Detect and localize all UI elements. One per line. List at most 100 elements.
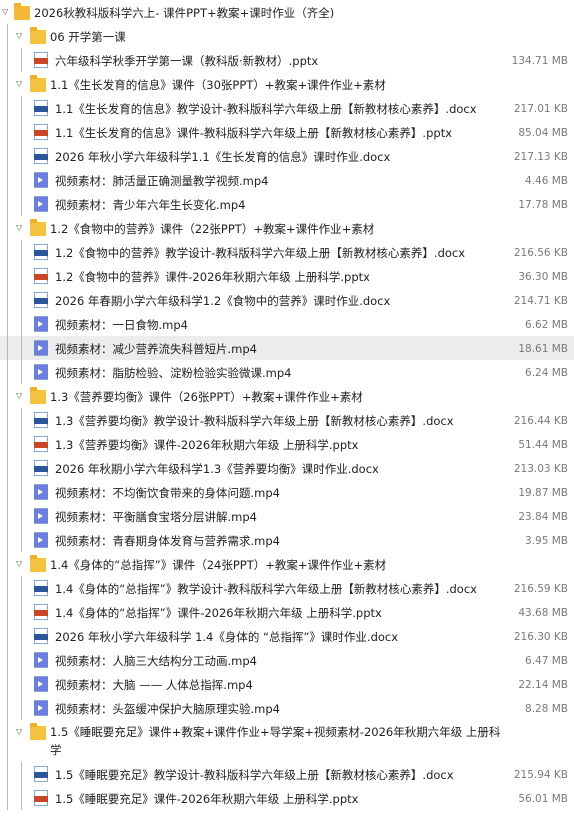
file-row[interactable]: 视频素材：大脑 —— 人体总指挥.mp4 22.14 MB <box>0 672 574 696</box>
collapse-toggle-icon[interactable]: ▽ <box>16 559 22 569</box>
file-row[interactable]: 视频素材：青少年六年生长变化.mp4 17.78 MB <box>0 192 574 216</box>
tree-guide-line <box>7 600 8 624</box>
file-row[interactable]: 2026 年春期小学六年级科学1.2《食物中的营养》课时作业.docx 214.7… <box>0 288 574 312</box>
folder-label: 06 开学第一课 <box>50 30 126 44</box>
folder-icon <box>30 75 46 92</box>
folder-row[interactable]: ▽ 1.3《营养要均衡》课件（26张PPT）+教案+课件作业+素材 <box>0 384 574 408</box>
file-name: 视频素材：不均衡饮食带来的身体问题.mp4 <box>55 486 280 500</box>
file-row[interactable]: 视频素材：人脑三大结构分工动画.mp4 6.47 MB <box>0 648 574 672</box>
video-file-icon <box>34 340 48 356</box>
file-size: 217.01 KB <box>513 103 568 115</box>
file-size: 56.01 MB <box>518 793 568 805</box>
file-name: 1.5《睡眠要充足》课件-2026年秋期六年级 上册科学.pptx <box>55 792 359 806</box>
pptx-file-icon <box>34 124 48 140</box>
file-row[interactable]: 视频素材：不均衡饮食带来的身体问题.mp4 19.87 MB <box>0 480 574 504</box>
file-size: 216.30 KB <box>513 631 568 643</box>
file-name: 视频素材：平衡膳食宝塔分层讲解.mp4 <box>55 510 257 524</box>
tree-guide-line <box>21 600 22 624</box>
tree-guide-line <box>7 786 8 810</box>
file-size: 213.03 KB <box>513 463 568 475</box>
root-folder-row[interactable]: ▽ 2026秋教科版科学六上- 课件PPT+教案+课时作业（齐全) <box>0 0 574 24</box>
file-size: 216.56 KB <box>513 247 568 259</box>
tree-guide-line <box>21 48 22 72</box>
tree-guide-line <box>7 168 8 192</box>
file-row[interactable]: 视频素材：肺活量正确测量教学视频.mp4 4.46 MB <box>0 168 574 192</box>
file-name: 视频素材：减少营养流失科普短片.mp4 <box>55 342 257 356</box>
file-size: 6.47 MB <box>525 655 568 667</box>
tree-guide-line <box>21 408 22 432</box>
tree-guide-line <box>7 24 8 48</box>
docx-file-icon <box>34 628 48 644</box>
file-row[interactable]: 1.4《身体的“总指挥”》教学设计-教科版科学六年级上册【新教材核心素养】.do… <box>0 576 574 600</box>
file-size: 85.04 MB <box>518 127 568 139</box>
file-type-band <box>34 154 48 160</box>
file-row[interactable]: 1.3《营养要均衡》课件-2026年秋期六年级 上册科学.pptx 51.44 M… <box>0 432 574 456</box>
collapse-toggle-icon[interactable]: ▽ <box>16 391 22 401</box>
file-name: 2026 年秋小学六年级科学 1.4《身体的 “总指挥”》课时作业.docx <box>55 630 399 644</box>
file-row[interactable]: 1.3《营养要均衡》教学设计-教科版科学六年级上册【新教材核心素养】.docx 2… <box>0 408 574 432</box>
tree-guide-line <box>7 720 8 762</box>
tree-guide-line <box>21 672 22 696</box>
tree-guide-line <box>21 762 22 786</box>
file-name: 六年级科学秋季开学第一课（教科版·新教材）.pptx <box>55 54 319 68</box>
file-row[interactable]: 1.5《睡眠要充足》教学设计-教科版科学六年级上册【新教材核心素养】.docx 2… <box>0 762 574 786</box>
collapse-toggle-icon[interactable]: ▽ <box>2 7 8 17</box>
tree-guide-line <box>21 192 22 216</box>
file-row[interactable]: 视频素材：脂肪检验、淀粉检验实验微课.mp4 6.24 MB <box>0 360 574 384</box>
file-row[interactable]: 1.1《生长发育的信息》教学设计-教科版科学六年级上册【新教材核心素养】.doc… <box>0 96 574 120</box>
file-name: 2026 年春期小学六年级科学1.2《食物中的营养》课时作业.docx <box>55 294 391 308</box>
collapse-toggle-icon[interactable]: ▽ <box>16 727 22 737</box>
folder-row[interactable]: ▽ 1.5《睡眠要充足》课件+教案+课件作业+导学案+视频素材-2026年秋期六年… <box>0 720 574 762</box>
file-row[interactable]: 视频素材：一日食物.mp4 6.62 MB <box>0 312 574 336</box>
file-type-band <box>34 509 48 523</box>
file-row[interactable]: 视频素材：平衡膳食宝塔分层讲解.mp4 23.84 MB <box>0 504 574 528</box>
file-row[interactable]: 视频素材：青春期身体发育与营养需求.mp4 3.95 MB <box>0 528 574 552</box>
file-row[interactable]: 1.4《身体的“总指挥”》课件-2026年秋期六年级 上册科学.pptx 43.6… <box>0 600 574 624</box>
file-row[interactable]: 2026 年秋期小学六年级科学1.3《营养要均衡》课时作业.docx 213.03… <box>0 456 574 480</box>
file-type-band <box>34 442 48 448</box>
tree-guide-line <box>7 624 8 648</box>
folder-row[interactable]: ▽ 1.1《生长发育的信息》课件（30张PPT）+教案+课件作业+素材 <box>0 72 574 96</box>
docx-file-icon <box>34 292 48 308</box>
pptx-file-icon <box>34 436 48 452</box>
file-name: 1.1《生长发育的信息》教学设计-教科版科学六年级上册【新教材核心素养】.doc… <box>55 102 477 116</box>
file-size: 216.44 KB <box>513 415 568 427</box>
tree-guide-line <box>7 672 8 696</box>
tree-guide-line <box>7 432 8 456</box>
pptx-file-icon <box>34 790 48 806</box>
file-row[interactable]: 1.2《食物中的营养》课件-2026年秋期六年级 上册科学.pptx 36.30 … <box>0 264 574 288</box>
tree-guide-line <box>21 528 22 552</box>
file-name: 1.3《营养要均衡》课件-2026年秋期六年级 上册科学.pptx <box>55 438 359 452</box>
video-file-icon <box>34 316 48 332</box>
file-size: 215.94 KB <box>513 769 568 781</box>
folder-label: 1.4《身体的“总指挥”》课件（24张PPT）+教案+课件作业+素材 <box>50 558 387 572</box>
docx-file-icon <box>34 244 48 260</box>
folder-row[interactable]: ▽ 1.2《食物中的营养》课件（22张PPT）+教案+课件作业+素材 <box>0 216 574 240</box>
docx-file-icon <box>34 580 48 596</box>
collapse-toggle-icon[interactable]: ▽ <box>16 31 22 41</box>
folder-label: 1.1《生长发育的信息》课件（30张PPT）+教案+课件作业+素材 <box>50 78 386 92</box>
collapse-toggle-icon[interactable]: ▽ <box>16 223 22 233</box>
tree-guide-line <box>21 696 22 720</box>
file-name: 视频素材：肺活量正确测量教学视频.mp4 <box>55 174 269 188</box>
file-type-band <box>34 485 48 499</box>
file-type-band <box>34 653 48 667</box>
file-row[interactable]: 视频素材：头盔缓冲保护大脑原理实验.mp4 8.28 MB <box>0 696 574 720</box>
file-row[interactable]: 2026 年秋小学六年级科学1.1《生长发育的信息》课时作业.docx 217.1… <box>0 144 574 168</box>
file-row[interactable]: 视频素材：减少营养流失科普短片.mp4 18.61 MB <box>0 336 574 360</box>
folder-label: 1.5《睡眠要充足》课件+教案+课件作业+导学案+视频素材-2026年秋期六年级… <box>50 725 501 757</box>
file-type-band <box>34 130 48 136</box>
file-row[interactable]: 1.1《生长发育的信息》课件-教科版科学六年级上册【新教材核心素养】.pptx 8… <box>0 120 574 144</box>
file-size: 23.84 MB <box>518 511 568 523</box>
file-type-band <box>34 298 48 304</box>
file-type-band <box>34 701 48 715</box>
file-row[interactable]: 1.2《食物中的营养》教学设计-教科版科学六年级上册【新教材核心素养】.docx… <box>0 240 574 264</box>
folder-row[interactable]: ▽ 06 开学第一课 <box>0 24 574 48</box>
folder-row[interactable]: ▽ 1.4《身体的“总指挥”》课件（24张PPT）+教案+课件作业+素材 <box>0 552 574 576</box>
collapse-toggle-icon[interactable]: ▽ <box>16 79 22 89</box>
docx-file-icon <box>34 100 48 116</box>
file-row[interactable]: 2026 年秋小学六年级科学 1.4《身体的 “总指挥”》课时作业.docx 21… <box>0 624 574 648</box>
tree-guide-line <box>21 786 22 810</box>
file-row[interactable]: 六年级科学秋季开学第一课（教科版·新教材）.pptx 134.71 MB <box>0 48 574 72</box>
file-row[interactable]: 1.5《睡眠要充足》课件-2026年秋期六年级 上册科学.pptx 56.01 M… <box>0 786 574 810</box>
